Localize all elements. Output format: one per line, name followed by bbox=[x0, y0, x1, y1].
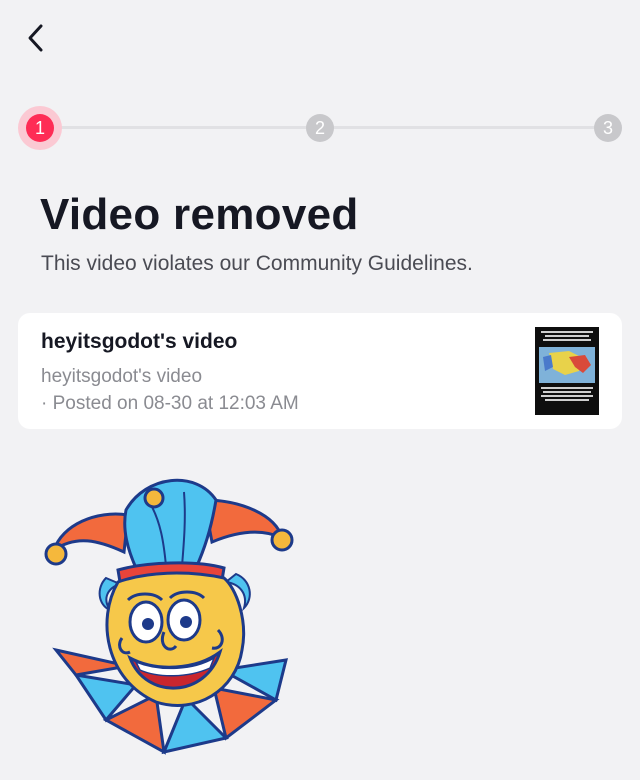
video-title: heyitsgodot's video bbox=[41, 330, 238, 353]
video-posted-date: · Posted on 08-30 at 12:03 AM bbox=[41, 393, 299, 414]
page-subtitle: This video violates our Community Guidel… bbox=[41, 252, 473, 275]
step-1-indicator: 1 bbox=[26, 114, 54, 142]
video-card[interactable]: heyitsgodot's video heyitsgodot's video … bbox=[18, 313, 622, 429]
step-2-indicator: 2 bbox=[306, 114, 334, 142]
chevron-left-icon bbox=[28, 24, 43, 52]
page-title: Video removed bbox=[40, 190, 359, 239]
video-description: heyitsgodot's video bbox=[41, 366, 203, 387]
back-button[interactable] bbox=[18, 20, 54, 56]
jester-icon bbox=[36, 470, 306, 770]
video-thumbnail bbox=[535, 327, 599, 415]
step-3-indicator: 3 bbox=[594, 114, 622, 142]
progress-stepper: 1 2 3 bbox=[18, 106, 622, 150]
